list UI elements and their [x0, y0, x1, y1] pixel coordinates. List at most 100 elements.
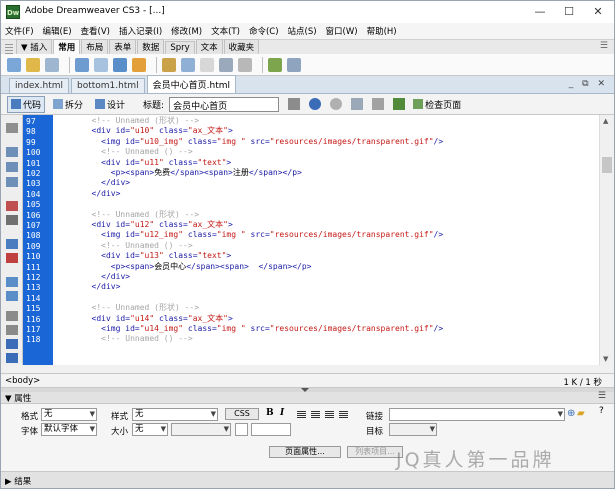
- wrap-tag-icon[interactable]: [6, 311, 18, 321]
- menu-file[interactable]: 文件(F): [5, 25, 34, 37]
- check-page-button[interactable]: 检查页面: [409, 96, 465, 113]
- visual-aids-icon[interactable]: [372, 98, 385, 110]
- remove-comment-icon[interactable]: [6, 291, 18, 301]
- image-icon[interactable]: [113, 57, 127, 72]
- tab-common[interactable]: 常用: [53, 39, 81, 54]
- target-select[interactable]: ▼: [389, 423, 437, 436]
- menu-commands[interactable]: 命令(C): [249, 25, 279, 37]
- collapse-tag-icon[interactable]: [6, 147, 18, 157]
- tab-insert-panel[interactable]: ▼ 插入: [16, 39, 53, 54]
- comment-icon[interactable]: [200, 57, 214, 72]
- menu-help[interactable]: 帮助(H): [367, 25, 397, 37]
- menu-view[interactable]: 查看(V): [81, 25, 110, 37]
- scroll-up-icon[interactable]: ▲: [603, 117, 608, 125]
- document-window-controls[interactable]: _ ⧉ ✕: [569, 79, 608, 89]
- text-color-picker[interactable]: [235, 423, 248, 436]
- tab-text[interactable]: 文本: [195, 39, 223, 54]
- media-icon[interactable]: [132, 57, 146, 72]
- panel-options-icon[interactable]: ☰: [600, 41, 608, 51]
- file-management-icon[interactable]: [288, 98, 301, 110]
- link-input[interactable]: ▼: [389, 408, 565, 421]
- select-parent-tag-icon[interactable]: [6, 201, 18, 211]
- code-editor[interactable]: <!-- Unnamed (形状) --> <div id="u10" clas…: [53, 115, 599, 365]
- server-include-icon[interactable]: [181, 57, 195, 72]
- menu-site[interactable]: 站点(S): [288, 25, 317, 37]
- check-page-icon: [413, 98, 424, 109]
- align-right-icon[interactable]: [325, 410, 334, 418]
- vertical-scrollbar[interactable]: ▲ ▼: [599, 115, 614, 365]
- scroll-down-icon[interactable]: ▼: [603, 355, 608, 363]
- horizontal-scrollbar[interactable]: [23, 365, 614, 373]
- bold-button[interactable]: B: [266, 408, 274, 418]
- line-number: 110: [26, 252, 41, 262]
- tag-chooser-icon[interactable]: [287, 57, 301, 72]
- format-select[interactable]: 无 ▼: [41, 408, 97, 421]
- validate-markup-icon[interactable]: [393, 98, 406, 110]
- code-line: <div id="u12" class="ax_文本">: [91, 220, 233, 229]
- highlight-invalid-code-icon[interactable]: [6, 253, 18, 263]
- preview-in-browser-icon[interactable]: [309, 98, 322, 110]
- style-select[interactable]: 无 ▼: [132, 408, 218, 421]
- browse-folder-icon[interactable]: ▰: [577, 408, 585, 419]
- refresh-icon[interactable]: [330, 98, 343, 110]
- page-properties-button[interactable]: 页面属性...: [269, 446, 341, 458]
- tab-favorites[interactable]: 收藏夹: [223, 39, 260, 54]
- indent-code-icon[interactable]: [6, 339, 18, 349]
- tab-forms[interactable]: 表单: [109, 39, 137, 54]
- div-icon[interactable]: [94, 57, 108, 72]
- apply-comment-icon[interactable]: [6, 277, 18, 287]
- menu-insert[interactable]: 插入记录(I): [119, 25, 162, 37]
- tab-bottom1-html[interactable]: bottom1.html: [70, 78, 145, 93]
- script-icon[interactable]: [238, 57, 252, 72]
- date-icon[interactable]: [162, 57, 176, 72]
- hyperlink-icon[interactable]: [7, 57, 21, 72]
- tab-index-html[interactable]: index.html: [9, 78, 69, 93]
- align-left-icon[interactable]: [297, 410, 306, 418]
- css-button[interactable]: CSS: [225, 408, 259, 420]
- scrollbar-thumb[interactable]: [602, 157, 612, 173]
- code-view-button[interactable]: 代码: [7, 95, 46, 113]
- tag-selector[interactable]: <body>: [5, 376, 40, 386]
- named-anchor-icon[interactable]: [45, 57, 59, 72]
- menu-modify[interactable]: 修改(M): [171, 25, 202, 37]
- expand-all-icon[interactable]: [6, 177, 18, 187]
- balance-braces-icon[interactable]: [6, 215, 18, 225]
- grip-icon[interactable]: [5, 43, 13, 54]
- menu-text[interactable]: 文本(T): [211, 25, 240, 37]
- results-panel-header[interactable]: ▶ 结果: [1, 471, 614, 488]
- recent-snippets-icon[interactable]: [6, 325, 18, 335]
- text-color-input[interactable]: [251, 423, 291, 436]
- properties-panel-header[interactable]: ▼ 属性 ☰: [1, 391, 614, 404]
- maximize-button[interactable]: ☐: [555, 3, 583, 21]
- help-icon[interactable]: ?: [599, 406, 604, 416]
- close-button[interactable]: ✕: [584, 3, 612, 21]
- table-icon[interactable]: [75, 57, 89, 72]
- size-select[interactable]: 无 ▼: [132, 423, 168, 436]
- italic-button[interactable]: I: [280, 408, 284, 418]
- minimize-button[interactable]: —: [526, 3, 554, 21]
- head-icon[interactable]: [219, 57, 233, 72]
- collapse-selection-icon[interactable]: [6, 162, 18, 172]
- page-title-input[interactable]: 会员中心首页: [169, 96, 280, 112]
- menu-edit[interactable]: 编辑(E): [43, 25, 72, 37]
- design-view-button[interactable]: 设计: [91, 96, 129, 113]
- open-documents-icon[interactable]: [6, 123, 18, 133]
- justify-icon[interactable]: [339, 410, 348, 418]
- font-select[interactable]: 默认字体 ▼: [41, 423, 97, 436]
- menu-window[interactable]: 窗口(W): [326, 25, 358, 37]
- tab-data[interactable]: 数据: [137, 39, 165, 54]
- outdent-code-icon[interactable]: [6, 353, 18, 363]
- split-view-button[interactable]: 拆分: [49, 96, 87, 113]
- email-link-icon[interactable]: [26, 57, 40, 72]
- view-options-icon[interactable]: [351, 98, 364, 110]
- tab-member-center-html[interactable]: 会员中心首页.html: [146, 75, 236, 93]
- tab-spry[interactable]: Spry: [165, 41, 195, 54]
- list-item-button[interactable]: 列表项目...: [347, 446, 403, 458]
- line-numbers-icon[interactable]: [6, 239, 18, 249]
- align-center-icon[interactable]: [311, 410, 320, 418]
- point-to-file-icon[interactable]: ⊕: [567, 408, 575, 419]
- panel-options-icon[interactable]: ☰: [598, 391, 606, 401]
- templates-icon[interactable]: [268, 57, 282, 72]
- tab-layout[interactable]: 布局: [81, 39, 109, 54]
- size-unit-select[interactable]: ▼: [171, 423, 231, 436]
